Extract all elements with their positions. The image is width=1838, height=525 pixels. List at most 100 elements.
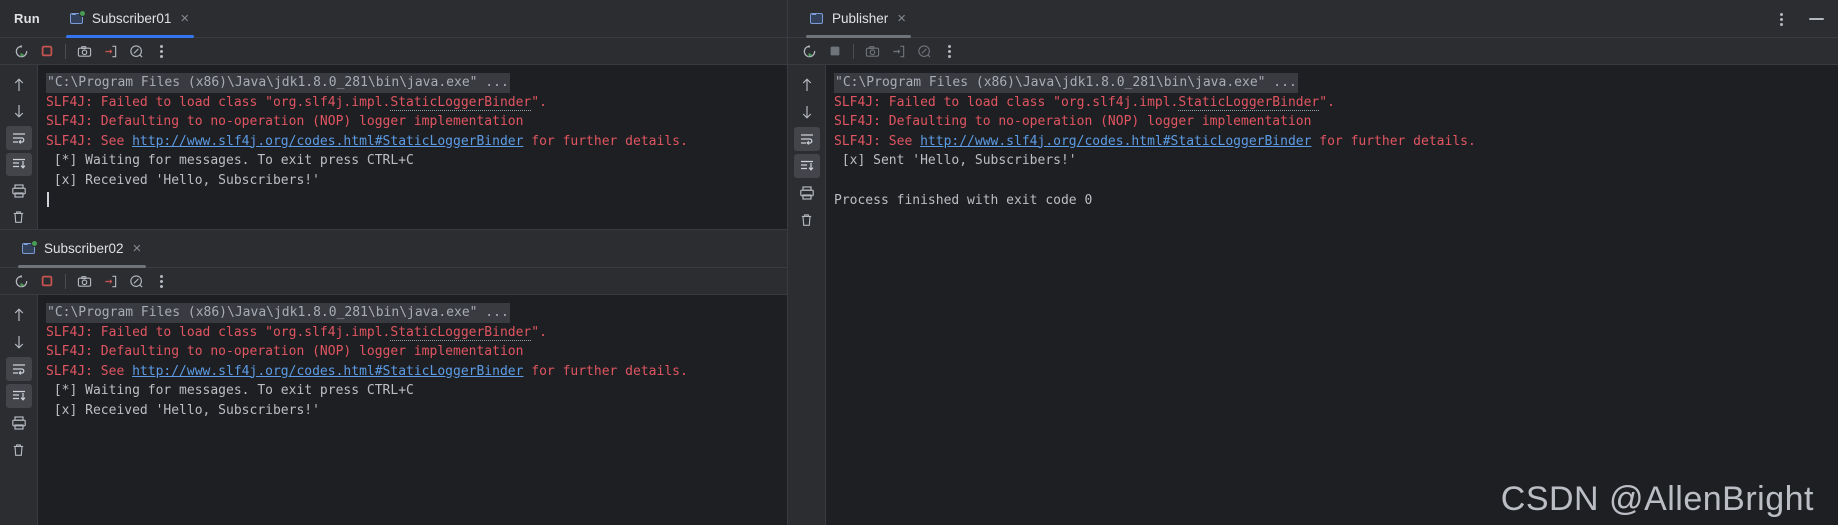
trash-icon[interactable] xyxy=(6,438,32,462)
tab-subscriber01[interactable]: Subscriber01 × xyxy=(58,0,202,38)
console-line: Process finished with exit code 0 xyxy=(834,191,1838,211)
arrow-down-icon[interactable] xyxy=(6,100,32,124)
console-line: [x] Received 'Hello, Subscribers!' xyxy=(46,401,787,421)
console-gutter-subscriber02 xyxy=(0,295,38,525)
camera-icon[interactable] xyxy=(859,40,885,62)
console-error-line: SLF4J: Defaulting to no-operation (NOP) … xyxy=(834,114,1312,130)
console-hyperlink[interactable]: http://www.slf4j.org/codes.html#StaticLo… xyxy=(920,134,1311,149)
console-error-line: SLF4J: Defaulting to no-operation (NOP) … xyxy=(46,114,524,130)
tab-publisher[interactable]: Publisher × xyxy=(798,0,919,38)
scroll-to-end-icon[interactable] xyxy=(5,152,32,176)
arrow-down-icon[interactable] xyxy=(6,330,32,354)
tab-subscriber01-label: Subscriber01 xyxy=(91,11,172,26)
soft-wrap-icon[interactable] xyxy=(793,127,820,151)
scroll-to-end-icon[interactable] xyxy=(5,384,32,408)
console-error-line: SLF4J: Failed to load class "org.slf4j.i… xyxy=(834,94,1335,111)
tab-publisher-label: Publisher xyxy=(832,11,889,26)
trash-icon[interactable] xyxy=(6,206,32,230)
left-tab-strip: Run Subscriber01 × xyxy=(0,0,787,38)
stop-icon[interactable] xyxy=(34,40,60,62)
console-command-line: "C:\Program Files (x86)\Java\jdk1.8.0_28… xyxy=(834,73,1298,93)
console-error-line: SLF4J: Failed to load class "org.slf4j.i… xyxy=(46,94,547,111)
profiler-gauge-icon[interactable] xyxy=(123,270,149,292)
rerun-icon[interactable] xyxy=(796,40,822,62)
run-tool-window-label: Run xyxy=(14,11,40,26)
console-output-line: [x] Sent 'Hello, Subscribers!' xyxy=(834,153,1077,169)
close-icon[interactable]: × xyxy=(178,10,191,27)
console-error-line-suffix: for further details. xyxy=(1311,133,1476,149)
vertical-dots-icon[interactable] xyxy=(149,270,175,292)
arrow-down-icon[interactable] xyxy=(794,100,820,124)
export-to-file-icon[interactable] xyxy=(97,40,123,62)
stop-icon[interactable] xyxy=(34,270,60,292)
console-command-line: "C:\Program Files (x86)\Java\jdk1.8.0_28… xyxy=(46,73,510,93)
console-line: "C:\Program Files (x86)\Java\jdk1.8.0_28… xyxy=(46,73,787,93)
run-configuration-icon xyxy=(22,240,38,256)
process-running-dot-icon xyxy=(31,240,38,247)
arrow-up-icon[interactable] xyxy=(794,73,820,97)
rerun-icon[interactable] xyxy=(8,40,34,62)
console-error-line: SLF4J: Failed to load class "org.slf4j.i… xyxy=(46,324,547,341)
minimize-icon[interactable] xyxy=(1809,17,1824,20)
console-subscriber02: "C:\Program Files (x86)\Java\jdk1.8.0_28… xyxy=(0,268,787,525)
profiler-gauge-icon[interactable] xyxy=(911,40,937,62)
spellcheck-underline: StaticLoggerBinder xyxy=(390,324,532,341)
console-output-subscriber02[interactable]: "C:\Program Files (x86)\Java\jdk1.8.0_28… xyxy=(38,295,787,525)
console-body-subscriber02: "C:\Program Files (x86)\Java\jdk1.8.0_28… xyxy=(0,295,787,525)
tab-subscriber02-label: Subscriber02 xyxy=(44,241,124,256)
spellcheck-underline: StaticLoggerBinder xyxy=(1178,94,1320,111)
console-error-line: SLF4J: See xyxy=(834,133,921,149)
right-tab-strip: Publisher × xyxy=(788,0,1838,38)
toolbar-separator xyxy=(853,43,854,59)
camera-icon[interactable] xyxy=(71,270,97,292)
vertical-dots-icon[interactable] xyxy=(149,40,175,62)
toolbar-separator xyxy=(65,273,66,289)
scroll-to-end-icon[interactable] xyxy=(793,154,820,178)
watermark: CSDN @AllenBright xyxy=(1500,480,1814,518)
vertical-dots-icon[interactable] xyxy=(937,40,963,62)
run-configuration-icon xyxy=(69,10,86,26)
export-to-file-icon[interactable] xyxy=(97,270,123,292)
console-toolbar-publisher xyxy=(788,38,1838,65)
console-publisher: "C:\Program Files (x86)\Java\jdk1.8.0_28… xyxy=(788,38,1838,525)
arrow-up-icon[interactable] xyxy=(6,303,32,327)
left-tab-strip-secondary: Subscriber02 × xyxy=(0,230,787,268)
console-toolbar-subscriber02 xyxy=(0,268,787,295)
tab-active-indicator xyxy=(806,34,912,38)
right-run-pane: Publisher × "C:\Program Files (x86)\Java… xyxy=(788,0,1838,525)
export-to-file-icon[interactable] xyxy=(885,40,911,62)
left-run-pane: Run Subscriber01 × "C:\Program Files (x8… xyxy=(0,0,788,525)
console-output-line: [x] Received 'Hello, Subscribers!' xyxy=(46,402,320,418)
print-icon[interactable] xyxy=(6,411,32,435)
console-output-publisher[interactable]: "C:\Program Files (x86)\Java\jdk1.8.0_28… xyxy=(826,65,1838,525)
vertical-dots-icon[interactable] xyxy=(1769,8,1795,30)
console-output-line: [*] Waiting for messages. To exit press … xyxy=(46,383,414,399)
profiler-gauge-icon[interactable] xyxy=(123,40,149,62)
run-tool-window: Run Subscriber01 × "C:\Program Files (x8… xyxy=(0,0,1838,525)
console-line xyxy=(46,191,787,211)
console-line: [*] Waiting for messages. To exit press … xyxy=(46,151,787,171)
console-hyperlink[interactable]: http://www.slf4j.org/codes.html#StaticLo… xyxy=(132,364,523,379)
console-hyperlink[interactable]: http://www.slf4j.org/codes.html#StaticLo… xyxy=(132,134,523,149)
close-icon[interactable]: × xyxy=(131,240,144,257)
arrow-up-icon[interactable] xyxy=(6,73,32,97)
tab-active-indicator xyxy=(65,34,195,38)
console-line: SLF4J: Defaulting to no-operation (NOP) … xyxy=(46,342,787,362)
console-line: SLF4J: Failed to load class "org.slf4j.i… xyxy=(834,93,1838,113)
console-line: [x] Received 'Hello, Subscribers!' xyxy=(46,171,787,191)
print-icon[interactable] xyxy=(794,181,820,205)
console-line: SLF4J: Defaulting to no-operation (NOP) … xyxy=(46,112,787,132)
print-icon[interactable] xyxy=(6,179,32,203)
tab-subscriber02[interactable]: Subscriber02 × xyxy=(10,230,154,268)
camera-icon[interactable] xyxy=(71,40,97,62)
console-gutter-publisher xyxy=(788,65,826,525)
soft-wrap-icon[interactable] xyxy=(5,126,32,150)
close-icon[interactable]: × xyxy=(895,10,908,27)
console-output-subscriber01[interactable]: "C:\Program Files (x86)\Java\jdk1.8.0_28… xyxy=(38,65,787,229)
tab-active-indicator xyxy=(18,264,147,268)
console-line: SLF4J: Failed to load class "org.slf4j.i… xyxy=(46,93,787,113)
trash-icon[interactable] xyxy=(794,208,820,232)
soft-wrap-icon[interactable] xyxy=(5,357,32,381)
rerun-icon[interactable] xyxy=(8,270,34,292)
